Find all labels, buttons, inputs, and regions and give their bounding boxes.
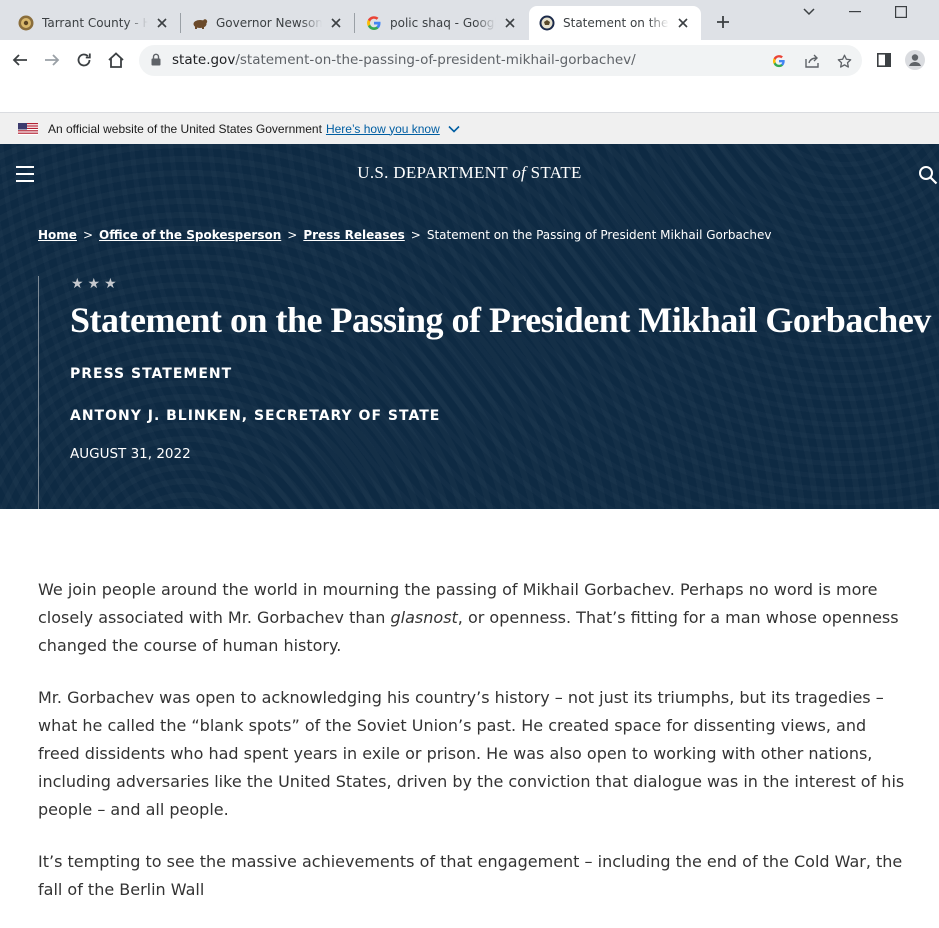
page-top-gap — [0, 80, 939, 113]
tab-separator — [354, 13, 355, 33]
forward-arrow-icon — [45, 54, 60, 66]
site-title-of: of — [512, 163, 527, 182]
tab-title: Statement on the Passing — [563, 16, 669, 30]
site-title-part: U.S. DEPARTMENT — [357, 163, 513, 182]
address-bar[interactable]: state.gov/statement-on-the-passing-of-pr… — [139, 45, 862, 76]
forward-button[interactable] — [40, 48, 64, 72]
browser-toolbar: state.gov/statement-on-the-passing-of-pr… — [0, 40, 939, 80]
minimize-button[interactable] — [832, 0, 878, 24]
side-panel-button[interactable] — [873, 49, 895, 71]
google-icon — [366, 15, 382, 31]
minimize-icon — [849, 11, 861, 13]
url-host: state.gov — [172, 52, 236, 68]
tab-governor-newsom[interactable]: Governor Newsom Signs — [182, 6, 354, 40]
url-text: state.gov/statement-on-the-passing-of-pr… — [172, 52, 636, 68]
tab-title: Tarrant County - Home — [42, 16, 148, 30]
tab-strip: Tarrant County - Home Governor Newsom Si… — [0, 0, 939, 40]
article-hero: U.S. DEPARTMENT of STATE Home > Office of … — [0, 144, 939, 509]
avatar-icon — [905, 50, 925, 70]
breadcrumb: Home > Office of the Spokesperson > Press Re… — [38, 228, 771, 242]
article-body: We join people around the world in mourn… — [38, 576, 908, 928]
accent-divider — [38, 276, 39, 509]
home-icon — [108, 52, 124, 68]
tab-google-search[interactable]: polic shaq - Google Search — [356, 6, 528, 40]
page-title: Statement on the Passing of President Mi… — [70, 300, 931, 340]
tab-title: Governor Newsom Signs — [216, 16, 322, 30]
breadcrumb-separator: > — [82, 228, 93, 242]
breadcrumb-office-of-spokesperson[interactable]: Office of the Spokesperson — [99, 228, 281, 242]
back-button[interactable] — [8, 48, 32, 72]
breadcrumb-home[interactable]: Home — [38, 228, 77, 242]
breadcrumb-press-releases[interactable]: Press Releases — [303, 228, 404, 242]
close-icon[interactable] — [154, 15, 170, 31]
side-panel-icon — [877, 53, 891, 67]
state-seal-icon — [539, 15, 555, 31]
bookmark-star-icon[interactable] — [834, 51, 854, 71]
chevron-down-icon — [803, 8, 815, 16]
search-icon[interactable] — [918, 165, 938, 185]
profile-button[interactable] — [904, 49, 926, 71]
gov-banner: An official website of the United States… — [0, 113, 939, 144]
breadcrumb-separator: > — [410, 228, 421, 242]
maximize-button[interactable] — [878, 0, 924, 24]
stars-icon: ★★★ — [71, 275, 121, 291]
url-path: /statement-on-the-passing-of-president-m… — [235, 52, 636, 68]
google-lens-icon[interactable] — [769, 51, 789, 71]
reload-button[interactable] — [72, 48, 96, 72]
paragraph-emphasis: glasnost — [390, 608, 458, 627]
back-arrow-icon — [12, 54, 27, 66]
home-button[interactable] — [104, 48, 128, 72]
county-seal-icon — [18, 15, 34, 31]
site-title-part: STATE — [526, 163, 582, 182]
tab-separator — [180, 13, 181, 33]
reload-icon — [77, 53, 91, 67]
chevron-down-icon[interactable] — [448, 125, 460, 133]
tab-tarrant-county[interactable]: Tarrant County - Home — [8, 6, 180, 40]
heres-how-you-know-link[interactable]: Here’s how you know — [326, 122, 440, 136]
share-icon[interactable] — [802, 51, 822, 71]
close-icon[interactable] — [502, 15, 518, 31]
paragraph-3: It’s tempting to see the massive achieve… — [38, 852, 903, 899]
tab-title: polic shaq - Google Search — [390, 16, 496, 30]
plus-icon — [717, 16, 729, 28]
article-byline: ANTONY J. BLINKEN, SECRETARY OF STATE — [70, 408, 441, 424]
paragraph-2: Mr. Gorbachev was open to acknowledging … — [38, 688, 905, 819]
close-icon[interactable] — [328, 15, 344, 31]
breadcrumb-current: Statement on the Passing of President Mi… — [426, 228, 772, 242]
paragraph-1: We join people around the world in mourn… — [38, 576, 908, 660]
article-type: PRESS STATEMENT — [70, 366, 233, 382]
tab-statement-gorbachev[interactable]: Statement on the Passing — [529, 6, 701, 40]
close-icon[interactable] — [675, 15, 691, 31]
california-bear-icon — [192, 15, 208, 31]
site-logo-title[interactable]: U.S. DEPARTMENT of STATE — [0, 163, 939, 183]
us-flag-icon — [18, 122, 38, 135]
new-tab-button[interactable] — [712, 11, 734, 33]
gov-banner-text: An official website of the United States… — [48, 121, 322, 136]
tab-search-button[interactable] — [786, 0, 832, 24]
maximize-icon — [895, 6, 907, 18]
article-date: AUGUST 31, 2022 — [70, 446, 191, 462]
lock-icon[interactable] — [151, 53, 161, 71]
breadcrumb-separator: > — [287, 228, 298, 242]
